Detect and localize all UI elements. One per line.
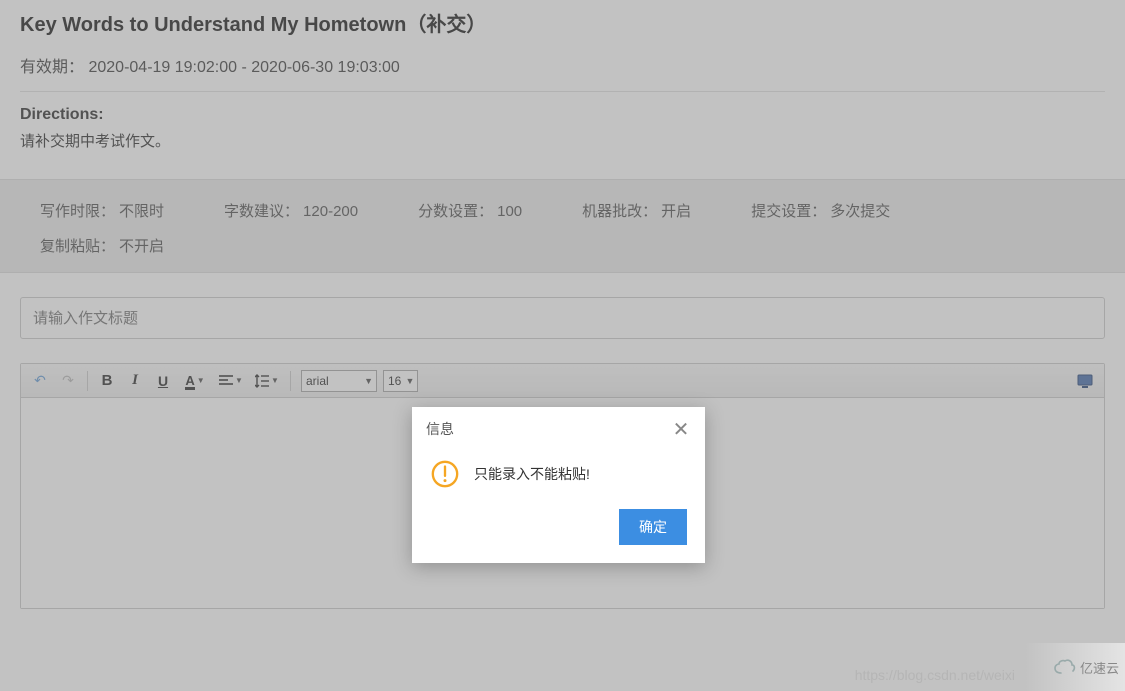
brand-badge: 亿速云 bbox=[1025, 643, 1125, 691]
modal-footer: 确定 bbox=[412, 505, 705, 563]
modal-message: 只能录入不能粘贴! bbox=[474, 464, 590, 484]
close-icon: ✕ bbox=[673, 419, 690, 441]
modal-header: 信息 ✕ bbox=[412, 407, 705, 451]
cloud-icon bbox=[1054, 659, 1076, 675]
brand-text: 亿速云 bbox=[1080, 658, 1119, 677]
modal-ok-button[interactable]: 确定 bbox=[619, 509, 687, 545]
modal-title: 信息 bbox=[426, 419, 454, 439]
modal-body: 只能录入不能粘贴! bbox=[412, 451, 705, 505]
modal-backdrop[interactable] bbox=[0, 0, 1125, 691]
watermark-text: https://blog.csdn.net/weixi bbox=[855, 667, 1015, 683]
modal-close-button[interactable]: ✕ bbox=[671, 417, 691, 442]
warning-icon bbox=[430, 459, 460, 489]
info-modal: 信息 ✕ 只能录入不能粘贴! 确定 bbox=[412, 407, 705, 563]
